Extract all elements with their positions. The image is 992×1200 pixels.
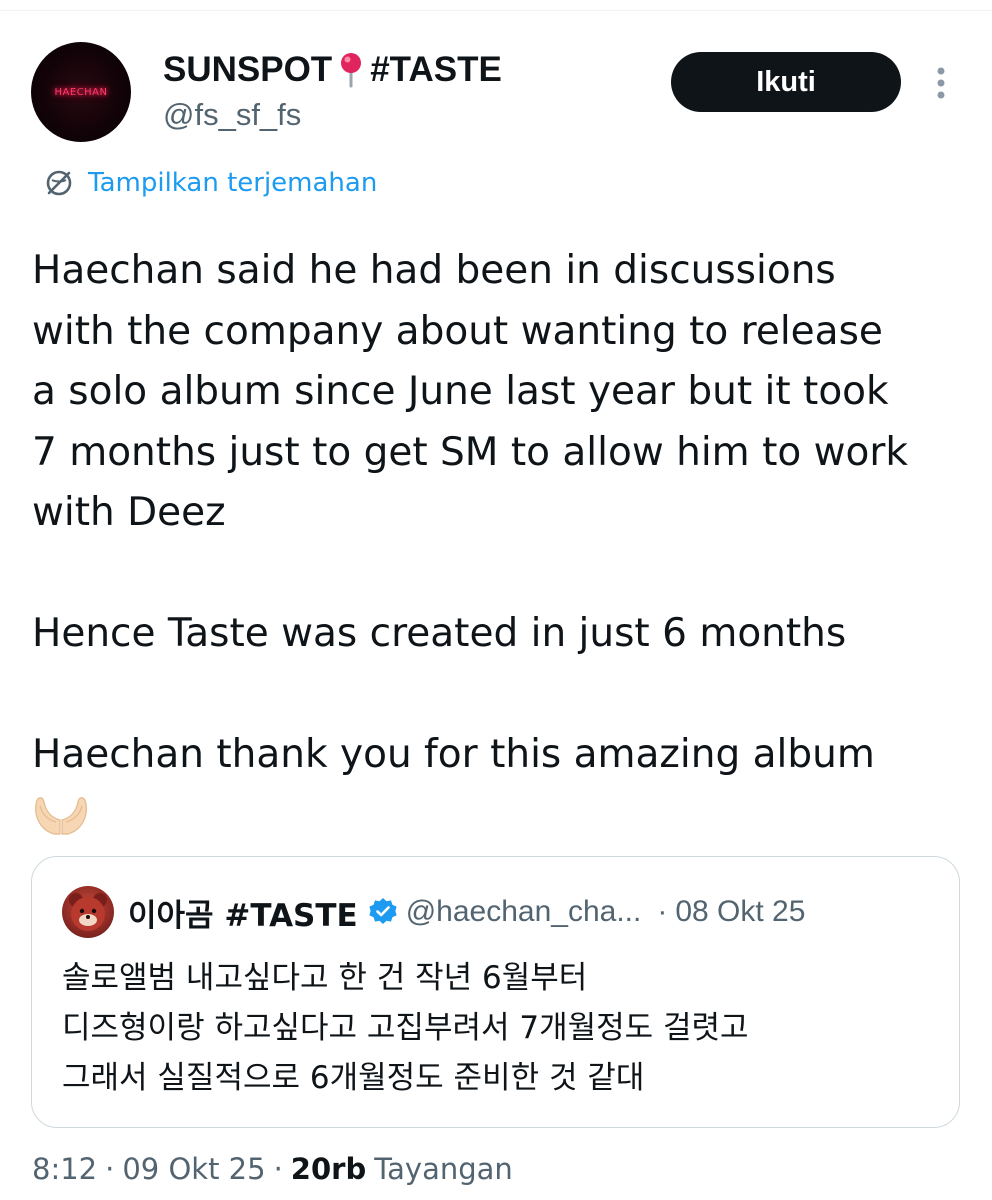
quoted-tweet-card[interactable]: 이아곰 #TASTE @haechan_cha... · 08 Okt 25 솔…: [31, 856, 960, 1128]
tweet-line: 7 months just to get SM to allow him to …: [32, 429, 908, 475]
quote-line: 그래서 실질적으로 6개월정도 준비한 것 같대: [62, 1060, 645, 1096]
round-pushpin-icon: [341, 53, 362, 88]
top-divider: [0, 10, 992, 11]
quote-line: 솔로앨범 내고싶다고 한 건 작년 6월부터: [62, 960, 588, 996]
tweet-line: with Deez: [32, 490, 226, 535]
more-options-icon[interactable]: [930, 66, 952, 100]
views-count[interactable]: 20rb: [291, 1152, 366, 1186]
avatar-logo-text: HAECHAN: [54, 86, 108, 98]
quote-header: 이아곰 #TASTE @haechan_cha... · 08 Okt 25: [128, 887, 805, 937]
author-avatar[interactable]: HAECHAN: [31, 42, 131, 142]
quote-separator: ·: [657, 895, 668, 928]
palms-up-together-icon: [35, 796, 87, 835]
quote-author-handle[interactable]: @haechan_cha...: [406, 895, 642, 929]
quote-text: 솔로앨범 내고싶다고 한 건 작년 6월부터 디즈형이랑 하고싶다고 고집부려서…: [62, 953, 942, 1103]
meta-separator: ·: [273, 1152, 283, 1186]
meta-separator: ·: [105, 1152, 115, 1186]
views-label[interactable]: Tayangan: [374, 1152, 513, 1186]
display-name-part1: SUNSPOT: [163, 50, 333, 89]
quote-avatar-bear-icon: [69, 893, 107, 931]
show-translation-link[interactable]: Tampilkan terjemahan: [44, 168, 377, 198]
display-name-part2: #TASTE: [370, 50, 502, 89]
tweet-time[interactable]: 8:12: [32, 1152, 97, 1186]
follow-button[interactable]: Ikuti: [671, 52, 901, 112]
tweet-line: with the company about wanting to releas…: [32, 308, 883, 354]
tweet-metadata: 8:12 · 09 Okt 25 · 20rb Tayangan: [32, 1152, 513, 1186]
tweet-line: a solo album since June last year but it…: [32, 369, 889, 414]
quote-line: 디즈형이랑 하고싶다고 고집부려서 7개월정도 걸렷고: [62, 1010, 749, 1046]
translate-globe-icon: [46, 170, 72, 196]
tweet-text: Haechan said he had been in discussions …: [32, 241, 972, 840]
verified-badge-icon: [369, 898, 397, 924]
tweet-paragraph: Hence Taste was created in just 6 months: [32, 611, 847, 656]
quote-author-name[interactable]: 이아곰 #TASTE: [128, 890, 358, 935]
quote-author-avatar[interactable]: [62, 886, 114, 938]
author-handle[interactable]: @fs_sf_fs: [163, 97, 301, 133]
tweet-date[interactable]: 09 Okt 25: [122, 1152, 265, 1186]
author-display-name[interactable]: SUNSPOT #TASTE: [163, 50, 502, 90]
quote-date[interactable]: 08 Okt 25: [675, 895, 805, 929]
translate-label: Tampilkan terjemahan: [88, 168, 378, 198]
tweet-line: Haechan said he had been in discussions: [32, 248, 836, 293]
tweet-paragraph: Haechan thank you for this amazing album: [32, 732, 875, 777]
